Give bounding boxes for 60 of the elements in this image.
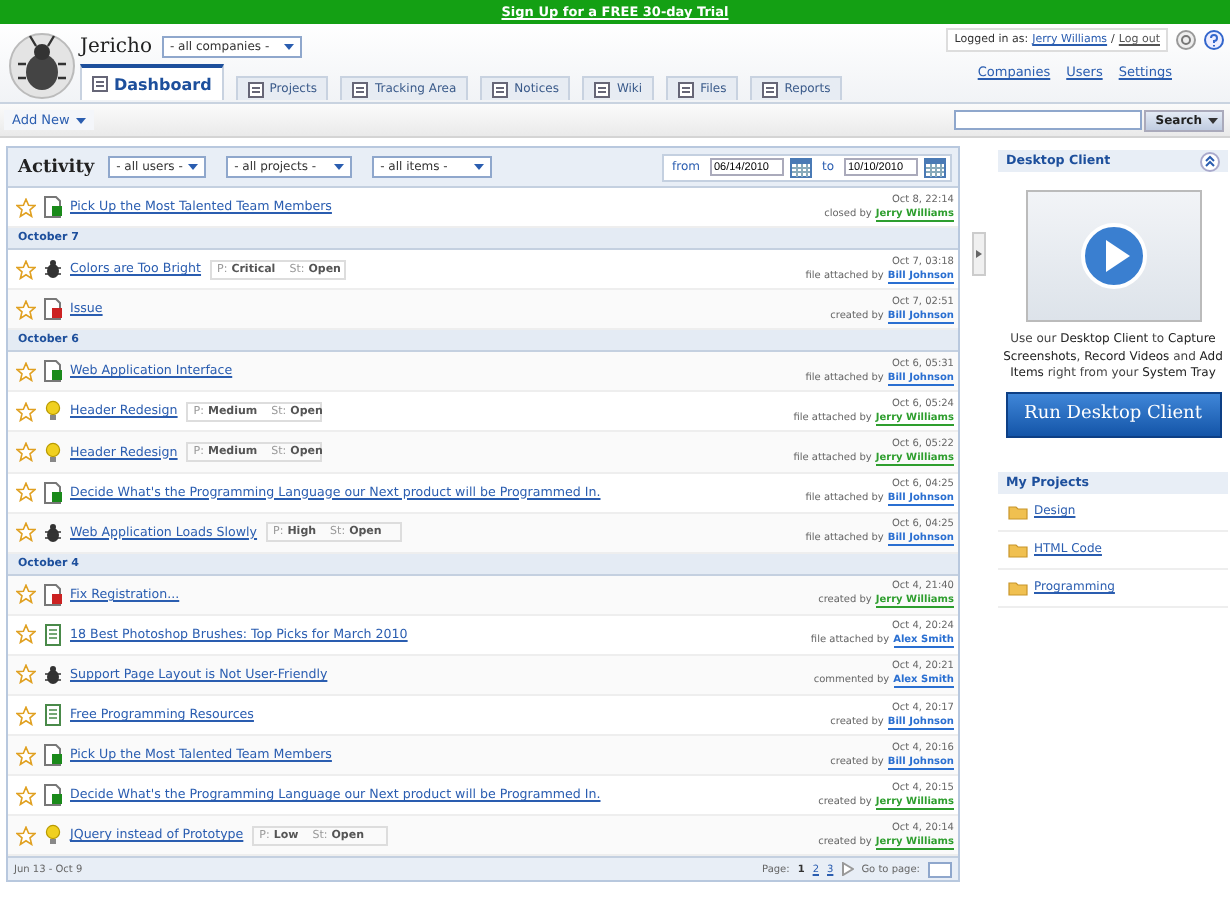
- task-icon: [44, 196, 62, 219]
- caret-icon: [75, 117, 86, 123]
- activity-title: Activity: [18, 157, 95, 177]
- app-title: Jericho: [80, 36, 152, 58]
- search-field[interactable]: [953, 110, 1142, 130]
- folder-icon: [1008, 503, 1028, 519]
- caret-icon: [474, 164, 485, 170]
- bug-icon: [44, 521, 62, 544]
- star-icon[interactable]: [16, 299, 36, 320]
- collapse-icon: [1200, 151, 1220, 171]
- tab-icon: [594, 81, 611, 97]
- star-icon[interactable]: [16, 664, 36, 685]
- folder-icon: [1008, 541, 1028, 557]
- star-icon[interactable]: [16, 482, 36, 503]
- caret-icon: [283, 44, 294, 50]
- video-thumbnail[interactable]: [1025, 190, 1201, 322]
- caret-icon: [334, 164, 345, 170]
- star-icon[interactable]: [16, 401, 36, 422]
- play-icon: [1079, 222, 1147, 290]
- task-icon: [44, 784, 62, 807]
- task-icon: [44, 360, 62, 383]
- lightbulb-icon: [44, 400, 62, 423]
- star-icon[interactable]: [16, 197, 36, 218]
- tab-icon: [762, 81, 779, 97]
- star-icon[interactable]: [16, 785, 36, 806]
- lightbulb-icon: [44, 824, 62, 847]
- caret-icon: [1208, 117, 1218, 123]
- caret-icon: [188, 164, 199, 170]
- arrow-right-icon: [976, 250, 982, 258]
- document-icon: [44, 623, 62, 646]
- tab-icon: [92, 76, 108, 92]
- folder-icon: [1008, 579, 1028, 595]
- collapse-handle[interactable]: [972, 232, 986, 276]
- next-page-icon: [841, 862, 854, 877]
- task-icon: [44, 744, 62, 767]
- tab-icon: [678, 81, 695, 97]
- bug-icon: [44, 663, 62, 686]
- task-icon: [44, 481, 62, 504]
- star-icon[interactable]: [16, 442, 36, 463]
- run-desktop-client-button[interactable]: Run Desktop Client: [1005, 391, 1221, 437]
- star-icon[interactable]: [16, 825, 36, 846]
- star-icon[interactable]: [16, 624, 36, 645]
- tab-icon: [247, 81, 264, 97]
- tab-icon: [492, 81, 509, 97]
- star-icon[interactable]: [16, 361, 36, 382]
- help-icon: [1204, 30, 1224, 50]
- star-icon[interactable]: [16, 745, 36, 766]
- bug-logo-icon: [8, 32, 76, 100]
- tab-icon: [352, 81, 369, 97]
- star-icon[interactable]: [16, 259, 36, 280]
- star-icon[interactable]: [16, 584, 36, 605]
- issue-icon: [44, 583, 62, 606]
- lightbulb-icon: [44, 441, 62, 464]
- star-icon[interactable]: [16, 705, 36, 726]
- star-icon[interactable]: [16, 522, 36, 543]
- goto-page-field[interactable]: [928, 861, 952, 878]
- issue-icon: [44, 298, 62, 321]
- bug-icon: [44, 258, 62, 281]
- document-icon: [44, 704, 62, 727]
- tab[interactable]: Dashboard: [80, 64, 224, 100]
